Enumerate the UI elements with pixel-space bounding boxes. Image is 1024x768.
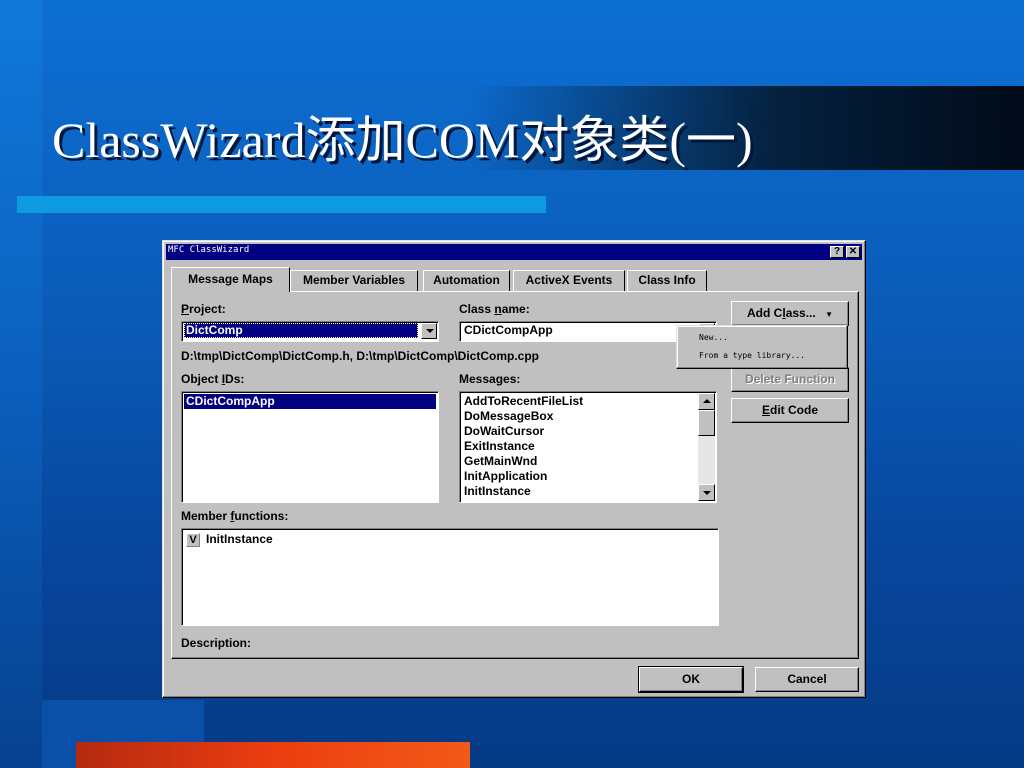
message-item[interactable]: ExitInstance bbox=[462, 439, 537, 454]
tab-automation[interactable]: Automation bbox=[423, 270, 510, 291]
tab-class-info[interactable]: Class Info bbox=[627, 270, 707, 291]
message-item[interactable]: InitApplication bbox=[462, 469, 549, 484]
tab-message-maps[interactable]: Message Maps bbox=[171, 267, 290, 292]
messages-list[interactable]: AddToRecentFileList DoMessageBox DoWaitC… bbox=[459, 391, 717, 503]
member-function-name: InitInstance bbox=[206, 532, 273, 546]
class-name-label: Class name: bbox=[459, 302, 530, 316]
scroll-up-icon[interactable] bbox=[698, 393, 715, 410]
project-combo-value: DictComp bbox=[184, 323, 418, 338]
help-button[interactable]: ? bbox=[830, 246, 844, 258]
dialog-titlebar[interactable]: MFC ClassWizard ? ✕ bbox=[166, 244, 862, 260]
dialog-title: MFC ClassWizard bbox=[168, 245, 250, 255]
class-name-combo-value: CDictCompApp bbox=[464, 323, 553, 337]
object-id-item[interactable]: CDictCompApp bbox=[184, 394, 436, 409]
file-path-text: D:\tmp\DictComp\DictComp.h, D:\tmp\DictC… bbox=[181, 349, 539, 363]
messages-scrollbar[interactable] bbox=[698, 393, 715, 501]
add-class-menu: New... From a type library... bbox=[676, 325, 848, 369]
scroll-thumb[interactable] bbox=[698, 410, 715, 436]
ok-button[interactable]: OK bbox=[638, 666, 744, 693]
message-item[interactable]: DoMessageBox bbox=[462, 409, 555, 424]
member-functions-label: Member functions: bbox=[181, 509, 289, 523]
message-item[interactable]: DoWaitCursor bbox=[462, 424, 546, 439]
chevron-down-icon[interactable] bbox=[421, 323, 437, 339]
description-label: Description: bbox=[181, 636, 252, 650]
slide-title: ClassWizard添加COM对象类(一) bbox=[52, 112, 753, 168]
virtual-badge: V bbox=[186, 533, 200, 547]
message-item[interactable]: GetMainWnd bbox=[462, 454, 539, 469]
close-button[interactable]: ✕ bbox=[846, 246, 860, 258]
classwizard-dialog: MFC ClassWizard ? ✕ Message Maps Member … bbox=[162, 240, 866, 698]
message-item[interactable]: AddToRecentFileList bbox=[462, 394, 585, 409]
cancel-button[interactable]: Cancel bbox=[755, 667, 859, 692]
tab-member-variables[interactable]: Member Variables bbox=[290, 270, 418, 291]
object-ids-label: Object IDs: bbox=[181, 372, 245, 386]
messages-label: Messages: bbox=[459, 372, 521, 386]
object-ids-list[interactable]: CDictCompApp bbox=[181, 391, 439, 503]
dropdown-arrow-icon: ▼ bbox=[825, 310, 833, 319]
delete-function-button[interactable]: Delete Function bbox=[731, 367, 849, 392]
edit-code-button[interactable]: Edit Code bbox=[731, 398, 849, 423]
message-item[interactable]: InitInstance bbox=[462, 484, 533, 499]
title-accent-bar bbox=[17, 196, 546, 213]
footer-accent-bar bbox=[76, 742, 470, 768]
menu-item-new[interactable]: New... bbox=[699, 333, 728, 342]
member-functions-list[interactable]: V InitInstance bbox=[181, 528, 719, 626]
project-label: Project: bbox=[181, 302, 226, 316]
scroll-down-icon[interactable] bbox=[698, 484, 715, 501]
slide-left-band bbox=[0, 0, 42, 768]
menu-item-from-type-library[interactable]: From a type library... bbox=[699, 351, 805, 360]
tab-activex-events[interactable]: ActiveX Events bbox=[513, 270, 625, 291]
add-class-button[interactable]: Add Class... ▼ bbox=[731, 301, 849, 326]
project-combo[interactable]: DictComp bbox=[181, 321, 439, 342]
